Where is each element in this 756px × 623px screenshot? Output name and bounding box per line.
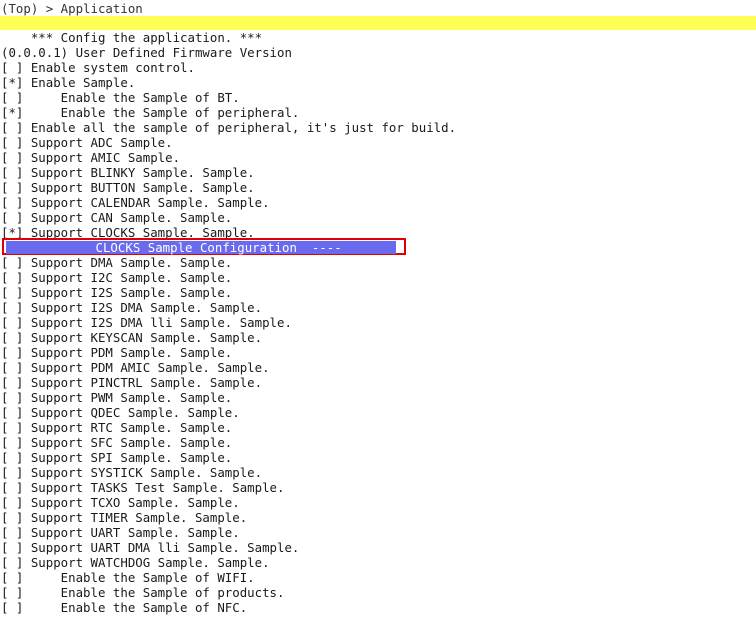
breadcrumb-path: (Top) > Application xyxy=(1,1,143,16)
menu-item-pdm[interactable]: [ ] Support PDM Sample. Sample. xyxy=(1,345,232,360)
menu-item-pdm-amic[interactable]: [ ] Support PDM AMIC Sample. Sample. xyxy=(1,360,270,375)
menu-heading: *** Config the application. *** xyxy=(1,30,263,45)
menu-item-watchdog[interactable]: [ ] Support WATCHDOG Sample. Sample. xyxy=(1,555,270,570)
menu-item-i2s-dma[interactable]: [ ] Support I2S DMA Sample. Sample. xyxy=(1,300,262,315)
menu-list: *** Config the application. *** (0.0.0.1… xyxy=(0,30,756,623)
menu-item-sample-products[interactable]: [ ] Enable the Sample of products. xyxy=(1,585,284,600)
menu-item-can[interactable]: [ ] Support CAN Sample. Sample. xyxy=(1,210,232,225)
menu-item-timer[interactable]: [ ] Support TIMER Sample. Sample. xyxy=(1,510,247,525)
menu-item-sample-bt[interactable]: [ ] Enable the Sample of BT. xyxy=(1,90,240,105)
menu-item-all-peripheral[interactable]: [ ] Enable all the sample of peripheral,… xyxy=(1,120,456,135)
menu-item-tasks-test[interactable]: [ ] Support TASKS Test Sample. Sample. xyxy=(1,480,284,495)
menu-item-systick[interactable]: [ ] Support SYSTICK Sample. Sample. xyxy=(1,465,262,480)
menu-item-calendar[interactable]: [ ] Support CALENDAR Sample. Sample. xyxy=(1,195,270,210)
menu-item-amic[interactable]: [ ] Support AMIC Sample. xyxy=(1,150,180,165)
menu-item-i2s[interactable]: [ ] Support I2S Sample. Sample. xyxy=(1,285,232,300)
menu-item-dma[interactable]: [ ] Support DMA Sample. Sample. xyxy=(1,255,232,270)
menu-item-sfc[interactable]: [ ] Support SFC Sample. Sample. xyxy=(1,435,232,450)
selection-highlight[interactable]: CLOCKS Sample Configuration ---- xyxy=(2,238,406,255)
menu-item-tcxo[interactable]: [ ] Support TCXO Sample. Sample. xyxy=(1,495,240,510)
menu-item-sample-peripheral[interactable]: [*] Enable the Sample of peripheral. xyxy=(1,105,299,120)
menu-item-system-control[interactable]: [ ] Enable system control. xyxy=(1,60,195,75)
menu-item-spi[interactable]: [ ] Support SPI Sample. Sample. xyxy=(1,450,232,465)
menu-item-keyscan[interactable]: [ ] Support KEYSCAN Sample. Sample. xyxy=(1,330,262,345)
menu-item-i2c[interactable]: [ ] Support I2C Sample. Sample. xyxy=(1,270,232,285)
menu-item-adc[interactable]: [ ] Support ADC Sample. xyxy=(1,135,173,150)
menu-item-sample-wifi[interactable]: [ ] Enable the Sample of WIFI. xyxy=(1,570,255,585)
menu-item-pwm[interactable]: [ ] Support PWM Sample. Sample. xyxy=(1,390,232,405)
menu-item-clocks-config[interactable]: CLOCKS Sample Configuration ---- xyxy=(6,241,396,254)
menu-item-button[interactable]: [ ] Support BUTTON Sample. Sample. xyxy=(1,180,255,195)
menu-item-blinky[interactable]: [ ] Support BLINKY Sample. Sample. xyxy=(1,165,255,180)
menu-item-uart[interactable]: [ ] Support UART Sample. Sample. xyxy=(1,525,240,540)
menu-item-pinctrl[interactable]: [ ] Support PINCTRL Sample. Sample. xyxy=(1,375,262,390)
title-bar xyxy=(0,16,756,30)
menu-item-enable-sample[interactable]: [*] Enable Sample. xyxy=(1,75,135,90)
menu-item-firmware-version[interactable]: (0.0.0.1) User Defined Firmware Version xyxy=(1,45,292,60)
menu-item-i2s-dma-lli[interactable]: [ ] Support I2S DMA lli Sample. Sample. xyxy=(1,315,292,330)
menu-item-rtc[interactable]: [ ] Support RTC Sample. Sample. xyxy=(1,420,232,435)
menu-item-sample-nfc[interactable]: [ ] Enable the Sample of NFC. xyxy=(1,600,247,615)
menu-item-uart-dma-lli[interactable]: [ ] Support UART DMA lli Sample. Sample. xyxy=(1,540,299,555)
menu-item-qdec[interactable]: [ ] Support QDEC Sample. Sample. xyxy=(1,405,240,420)
